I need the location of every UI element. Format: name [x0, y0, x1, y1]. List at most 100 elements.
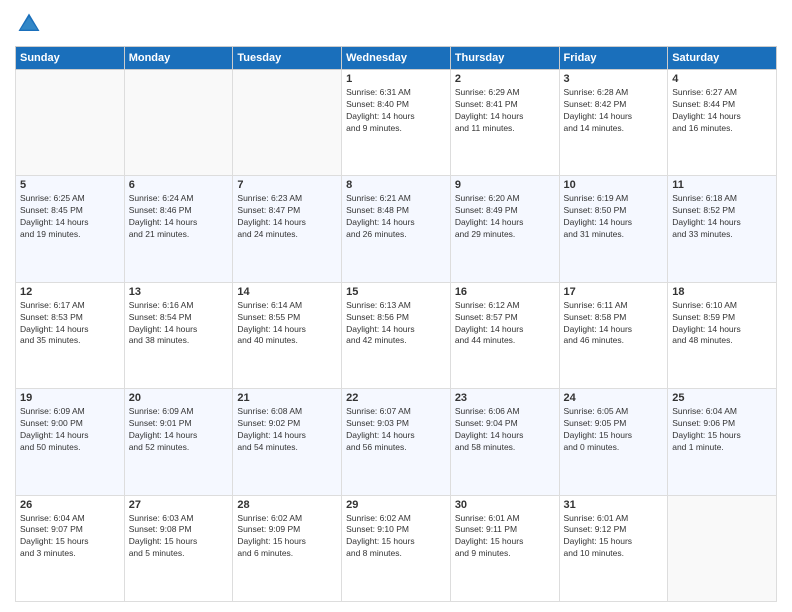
calendar-cell: 20 Sunrise: 6:09 AM Sunset: 9:01 PM Dayli…: [124, 389, 233, 495]
calendar-cell: 30 Sunrise: 6:01 AM Sunset: 9:11 PM Dayli…: [450, 495, 559, 601]
day-info: Sunrise: 6:11 AM Sunset: 8:58 PM Dayligh…: [564, 300, 664, 348]
calendar-cell: 6Sunrise: 6:24 AM Sunset: 8:46 PM Daylig…: [124, 176, 233, 282]
calendar-cell: [668, 495, 777, 601]
day-info: Sunrise: 6:09 AM Sunset: 9:00 PM Dayligh…: [20, 406, 120, 454]
logo-icon: [15, 10, 43, 38]
calendar-cell: 14 Sunrise: 6:14 AM Sunset: 8:55 PM Dayli…: [233, 282, 342, 388]
day-info: Sunrise: 6:02 AM Sunset: 9:10 PM Dayligh…: [346, 513, 446, 561]
day-number: 3: [564, 73, 664, 85]
day-info: Sunrise: 6:07 AM Sunset: 9:03 PM Dayligh…: [346, 406, 446, 454]
day-info: Sunrise: 6:02 AM Sunset: 9:09 PM Dayligh…: [237, 513, 337, 561]
day-number: 21: [237, 392, 337, 404]
day-number: 6: [129, 179, 229, 191]
day-info: Sunrise: 6:09 AM Sunset: 9:01 PM Dayligh…: [129, 406, 229, 454]
calendar-week-4: 19 Sunrise: 6:09 AM Sunset: 9:00 PM Dayli…: [16, 389, 777, 495]
calendar-cell: 31 Sunrise: 6:01 AM Sunset: 9:12 PM Dayli…: [559, 495, 668, 601]
calendar-cell: 2 Sunrise: 6:29 AM Sunset: 8:41 PM Daylig…: [450, 70, 559, 176]
day-number: 4: [672, 73, 772, 85]
day-number: 23: [455, 392, 555, 404]
day-number: 17: [564, 286, 664, 298]
day-number: 7: [237, 179, 337, 191]
weekday-header-sunday: Sunday: [16, 47, 125, 70]
calendar-cell: 26Sunrise: 6:04 AM Sunset: 9:07 PM Dayli…: [16, 495, 125, 601]
day-number: 1: [346, 73, 446, 85]
day-info: Sunrise: 6:13 AM Sunset: 8:56 PM Dayligh…: [346, 300, 446, 348]
calendar-cell: 24 Sunrise: 6:05 AM Sunset: 9:05 PM Dayli…: [559, 389, 668, 495]
weekday-header-monday: Monday: [124, 47, 233, 70]
weekday-header-tuesday: Tuesday: [233, 47, 342, 70]
weekday-header-row: SundayMondayTuesdayWednesdayThursdayFrid…: [16, 47, 777, 70]
day-number: 10: [564, 179, 664, 191]
day-number: 30: [455, 499, 555, 511]
weekday-header-friday: Friday: [559, 47, 668, 70]
day-info: Sunrise: 6:20 AM Sunset: 8:49 PM Dayligh…: [455, 193, 555, 241]
day-number: 14: [237, 286, 337, 298]
day-number: 25: [672, 392, 772, 404]
calendar-cell: 9 Sunrise: 6:20 AM Sunset: 8:49 PM Daylig…: [450, 176, 559, 282]
day-number: 26: [20, 499, 120, 511]
day-info: Sunrise: 6:27 AM Sunset: 8:44 PM Dayligh…: [672, 87, 772, 135]
day-number: 27: [129, 499, 229, 511]
calendar-cell: [16, 70, 125, 176]
day-info: Sunrise: 6:01 AM Sunset: 9:12 PM Dayligh…: [564, 513, 664, 561]
day-number: 22: [346, 392, 446, 404]
day-info: Sunrise: 6:14 AM Sunset: 8:55 PM Dayligh…: [237, 300, 337, 348]
calendar-cell: [124, 70, 233, 176]
day-number: 29: [346, 499, 446, 511]
logo: [15, 10, 47, 38]
day-number: 28: [237, 499, 337, 511]
day-number: 31: [564, 499, 664, 511]
calendar-cell: 21 Sunrise: 6:08 AM Sunset: 9:02 PM Dayli…: [233, 389, 342, 495]
page: SundayMondayTuesdayWednesdayThursdayFrid…: [0, 0, 792, 612]
day-info: Sunrise: 6:18 AM Sunset: 8:52 PM Dayligh…: [672, 193, 772, 241]
day-info: Sunrise: 6:19 AM Sunset: 8:50 PM Dayligh…: [564, 193, 664, 241]
day-number: 11: [672, 179, 772, 191]
day-info: Sunrise: 6:05 AM Sunset: 9:05 PM Dayligh…: [564, 406, 664, 454]
day-number: 2: [455, 73, 555, 85]
day-number: 9: [455, 179, 555, 191]
day-info: Sunrise: 6:28 AM Sunset: 8:42 PM Dayligh…: [564, 87, 664, 135]
calendar-cell: 11 Sunrise: 6:18 AM Sunset: 8:52 PM Dayli…: [668, 176, 777, 282]
weekday-header-saturday: Saturday: [668, 47, 777, 70]
calendar-cell: 18Sunrise: 6:10 AM Sunset: 8:59 PM Dayli…: [668, 282, 777, 388]
day-info: Sunrise: 6:25 AM Sunset: 8:45 PM Dayligh…: [20, 193, 120, 241]
day-number: 13: [129, 286, 229, 298]
calendar-cell: 23 Sunrise: 6:06 AM Sunset: 9:04 PM Dayli…: [450, 389, 559, 495]
day-info: Sunrise: 6:01 AM Sunset: 9:11 PM Dayligh…: [455, 513, 555, 561]
day-number: 19: [20, 392, 120, 404]
calendar-week-3: 12Sunrise: 6:17 AM Sunset: 8:53 PM Dayli…: [16, 282, 777, 388]
calendar-cell: 13 Sunrise: 6:16 AM Sunset: 8:54 PM Dayli…: [124, 282, 233, 388]
day-info: Sunrise: 6:10 AM Sunset: 8:59 PM Dayligh…: [672, 300, 772, 348]
day-info: Sunrise: 6:21 AM Sunset: 8:48 PM Dayligh…: [346, 193, 446, 241]
weekday-header-wednesday: Wednesday: [342, 47, 451, 70]
calendar-cell: 17 Sunrise: 6:11 AM Sunset: 8:58 PM Dayli…: [559, 282, 668, 388]
day-info: Sunrise: 6:23 AM Sunset: 8:47 PM Dayligh…: [237, 193, 337, 241]
day-info: Sunrise: 6:16 AM Sunset: 8:54 PM Dayligh…: [129, 300, 229, 348]
calendar-cell: [233, 70, 342, 176]
day-info: Sunrise: 6:03 AM Sunset: 9:08 PM Dayligh…: [129, 513, 229, 561]
calendar-cell: 12Sunrise: 6:17 AM Sunset: 8:53 PM Dayli…: [16, 282, 125, 388]
calendar-cell: 27 Sunrise: 6:03 AM Sunset: 9:08 PM Dayli…: [124, 495, 233, 601]
calendar-cell: 10 Sunrise: 6:19 AM Sunset: 8:50 PM Dayli…: [559, 176, 668, 282]
day-info: Sunrise: 6:08 AM Sunset: 9:02 PM Dayligh…: [237, 406, 337, 454]
day-info: Sunrise: 6:12 AM Sunset: 8:57 PM Dayligh…: [455, 300, 555, 348]
calendar-cell: 7 Sunrise: 6:23 AM Sunset: 8:47 PM Daylig…: [233, 176, 342, 282]
calendar-cell: 19 Sunrise: 6:09 AM Sunset: 9:00 PM Dayli…: [16, 389, 125, 495]
calendar-cell: 29 Sunrise: 6:02 AM Sunset: 9:10 PM Dayli…: [342, 495, 451, 601]
day-number: 8: [346, 179, 446, 191]
day-number: 12: [20, 286, 120, 298]
day-number: 24: [564, 392, 664, 404]
day-number: 20: [129, 392, 229, 404]
day-info: Sunrise: 6:04 AM Sunset: 9:06 PM Dayligh…: [672, 406, 772, 454]
calendar-cell: 22 Sunrise: 6:07 AM Sunset: 9:03 PM Dayli…: [342, 389, 451, 495]
calendar-cell: 16 Sunrise: 6:12 AM Sunset: 8:57 PM Dayli…: [450, 282, 559, 388]
calendar-week-2: 5 Sunrise: 6:25 AM Sunset: 8:45 PM Daylig…: [16, 176, 777, 282]
calendar-week-5: 26Sunrise: 6:04 AM Sunset: 9:07 PM Dayli…: [16, 495, 777, 601]
day-number: 5: [20, 179, 120, 191]
day-info: Sunrise: 6:06 AM Sunset: 9:04 PM Dayligh…: [455, 406, 555, 454]
day-number: 16: [455, 286, 555, 298]
calendar-cell: 15Sunrise: 6:13 AM Sunset: 8:56 PM Dayli…: [342, 282, 451, 388]
day-info: Sunrise: 6:29 AM Sunset: 8:41 PM Dayligh…: [455, 87, 555, 135]
calendar: SundayMondayTuesdayWednesdayThursdayFrid…: [15, 46, 777, 602]
weekday-header-thursday: Thursday: [450, 47, 559, 70]
